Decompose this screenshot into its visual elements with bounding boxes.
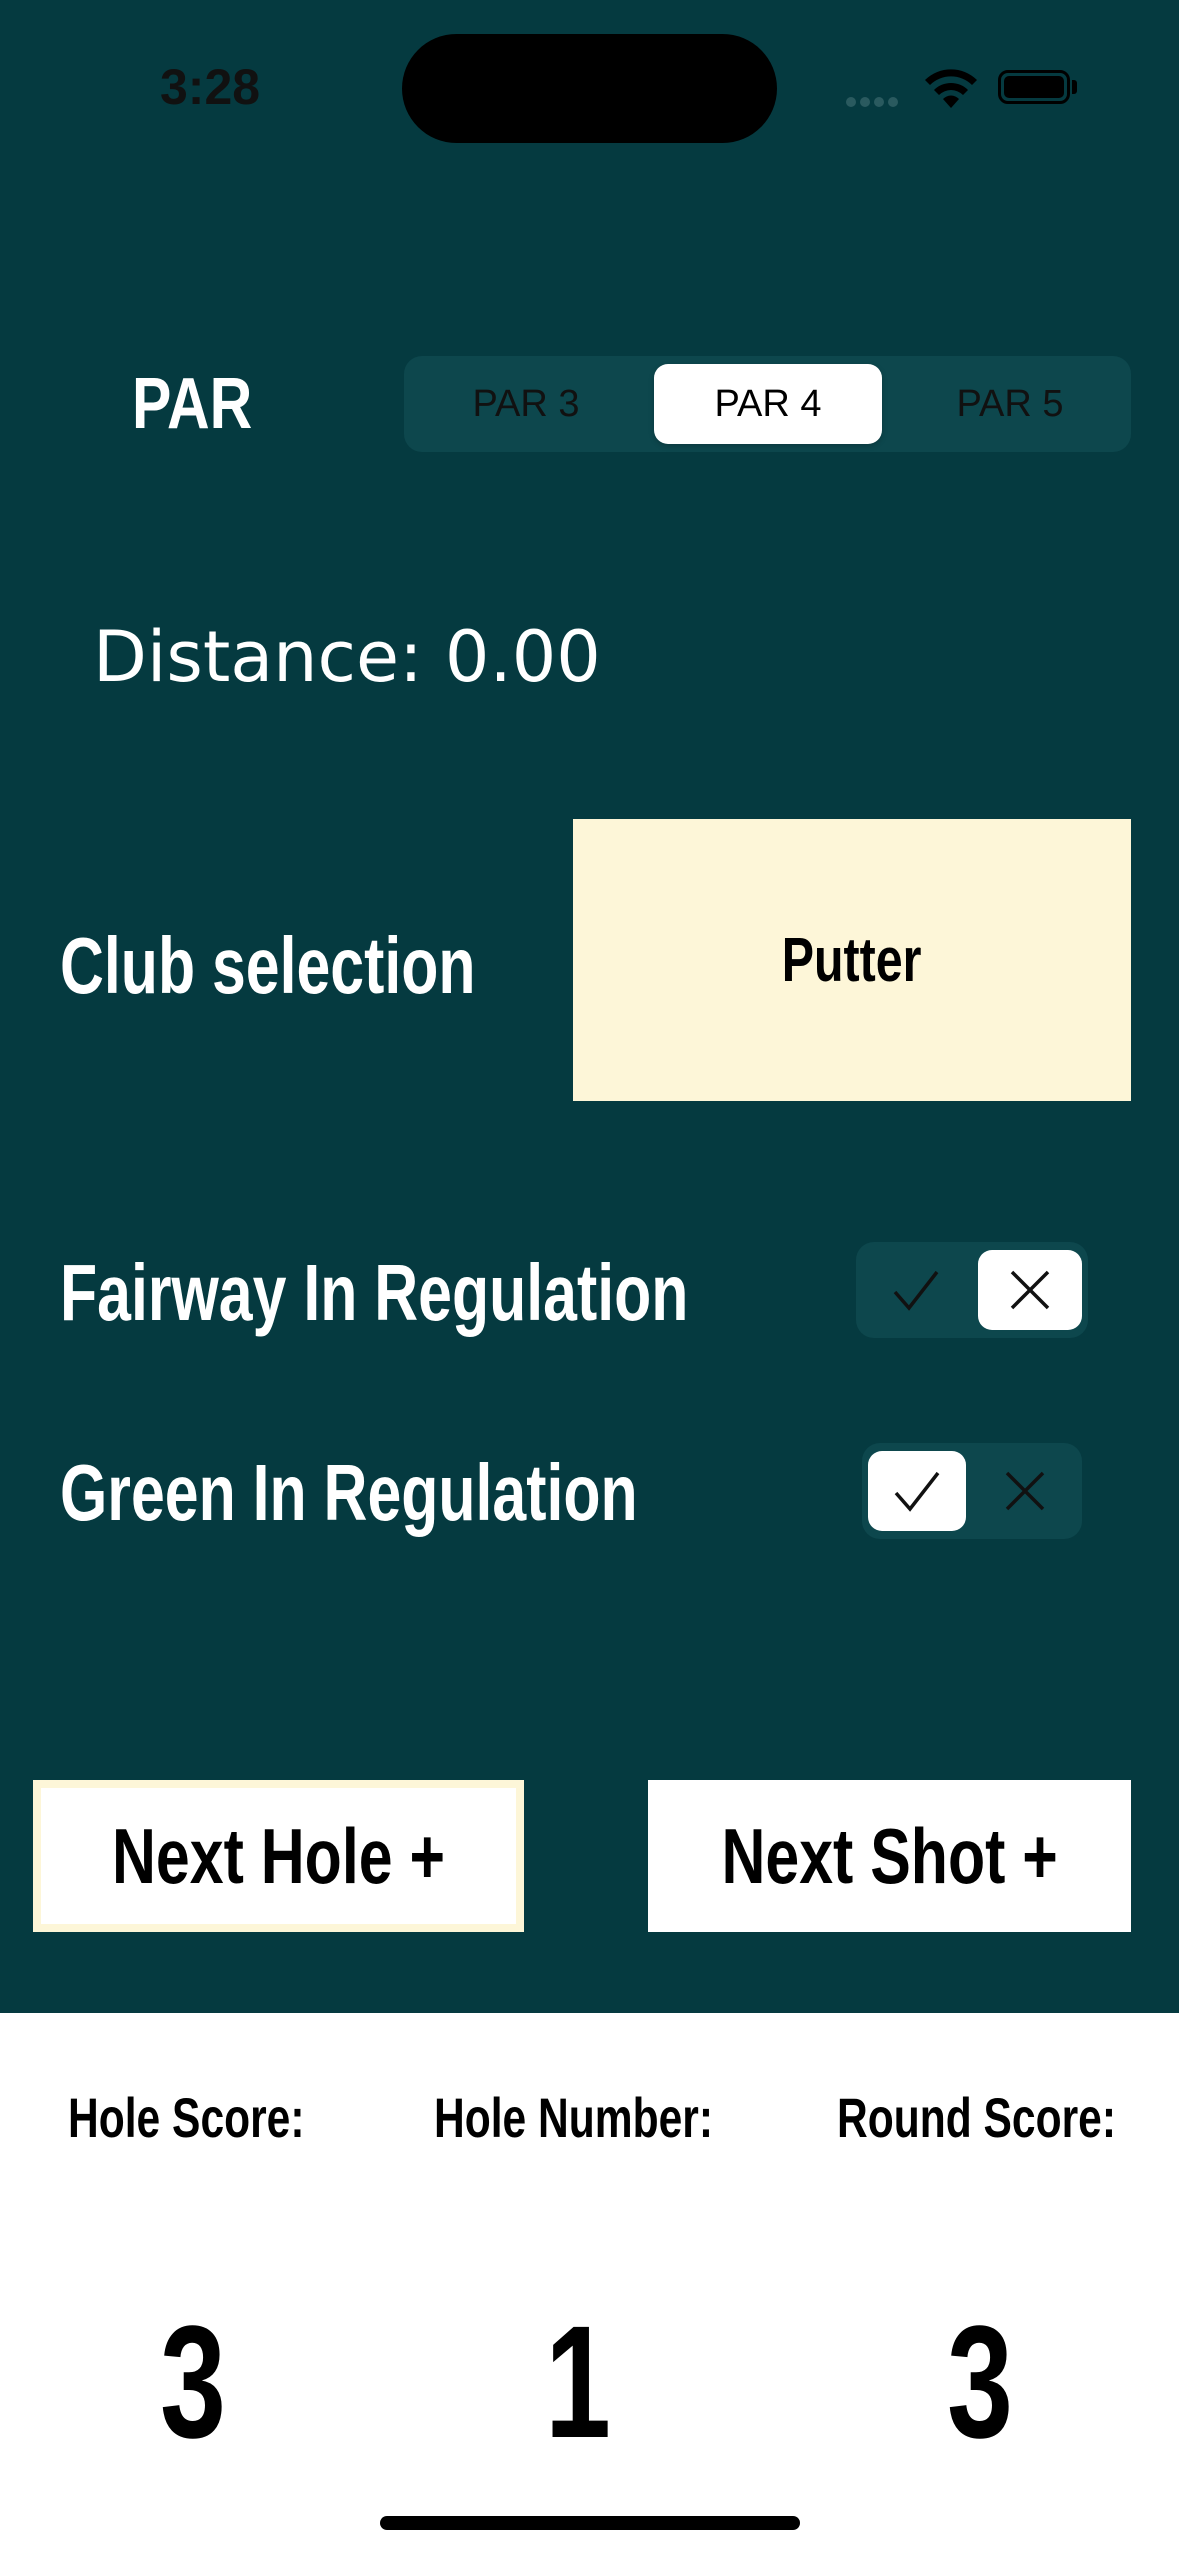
dynamic-island (402, 34, 777, 143)
hole-number-label: Hole Number: (434, 2086, 714, 2149)
battery-icon (998, 70, 1070, 104)
par-4-segment[interactable]: PAR 4 (654, 364, 882, 444)
distance-text: Distance: 0.00 (93, 616, 601, 698)
next-shot-label: Next Shot + (721, 1811, 1058, 1900)
fairway-x-option[interactable] (978, 1250, 1082, 1330)
next-hole-button[interactable]: Next Hole + (33, 1780, 524, 1932)
par-segmented-control[interactable]: PAR 3 PAR 4 PAR 5 (404, 356, 1131, 452)
check-icon (894, 1471, 940, 1512)
club-selection-label: Club selection (60, 921, 476, 1010)
next-shot-button[interactable]: Next Shot + (648, 1780, 1131, 1932)
hole-score-label: Hole Score: (68, 2086, 305, 2149)
green-x-option[interactable] (976, 1451, 1074, 1531)
club-value: Putter (782, 925, 922, 995)
fairway-toggle[interactable] (856, 1242, 1088, 1338)
par-label: PAR (132, 364, 253, 444)
hole-score-value: 3 (160, 2292, 226, 2471)
wifi-icon (922, 66, 980, 115)
green-check-option[interactable] (868, 1451, 966, 1531)
battery-cap (1072, 80, 1077, 94)
round-score-value: 3 (947, 2292, 1013, 2471)
fairway-label: Fairway In Regulation (60, 1248, 689, 1337)
green-label: Green In Regulation (60, 1448, 638, 1537)
check-icon (893, 1270, 939, 1311)
cellular-signal-icon (846, 94, 906, 108)
fairway-check-option[interactable] (864, 1250, 968, 1330)
next-hole-label: Next Hole + (111, 1811, 446, 1900)
par-3-segment[interactable]: PAR 3 (412, 364, 640, 444)
x-mark-icon (1010, 1270, 1050, 1310)
x-mark-icon (1005, 1471, 1045, 1511)
home-indicator[interactable] (380, 2516, 800, 2530)
round-score-label: Round Score: (837, 2086, 1117, 2149)
par-5-segment[interactable]: PAR 5 (896, 364, 1124, 444)
hole-number-value: 1 (545, 2292, 611, 2471)
club-picker-button[interactable]: Putter (573, 819, 1131, 1101)
green-toggle[interactable] (862, 1443, 1082, 1539)
status-time: 3:28 (160, 59, 261, 115)
